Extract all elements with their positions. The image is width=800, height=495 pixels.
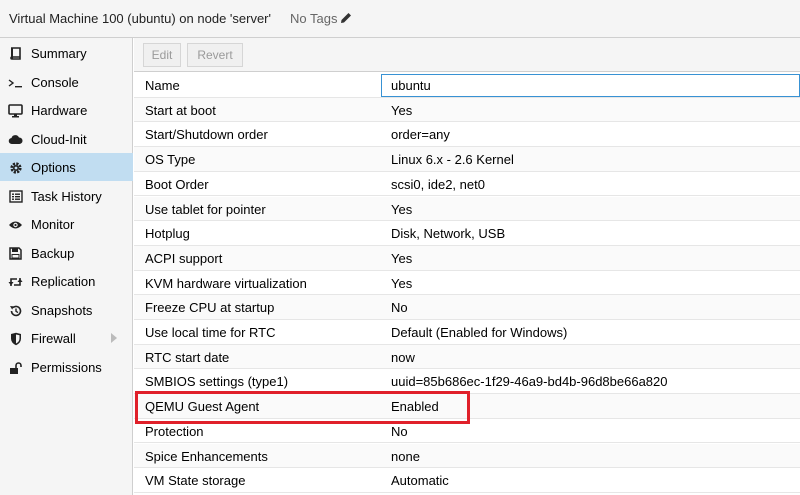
- floppy-icon: [8, 246, 23, 261]
- title-bar: Virtual Machine 100 (ubuntu) on node 'se…: [0, 0, 800, 38]
- desktop-icon: [8, 103, 23, 118]
- options-row-kvm[interactable]: KVM hardware virtualization Yes: [134, 271, 800, 296]
- option-value: Yes: [391, 275, 413, 291]
- retweet-icon: [8, 274, 23, 289]
- option-value: Enabled: [391, 399, 439, 415]
- sidebar: Summary Console Hardware Cloud-Init Opti…: [0, 38, 133, 495]
- option-value: none: [391, 448, 420, 464]
- options-row-name[interactable]: Name ubuntu: [134, 73, 800, 98]
- option-value: Yes: [391, 250, 413, 266]
- sidebar-item-label: Firewall: [31, 331, 76, 346]
- option-key: Use tablet for pointer: [145, 201, 266, 217]
- option-value: order=any: [391, 127, 450, 143]
- sidebar-item-console[interactable]: Console: [0, 68, 133, 96]
- options-row-start-at-boot[interactable]: Start at boot Yes: [134, 97, 800, 123]
- sidebar-item-label: Backup: [31, 246, 75, 261]
- page-title: Virtual Machine 100 (ubuntu) on node 'se…: [9, 11, 271, 26]
- options-row-local-time-rtc[interactable]: Use local time for RTC Default (Enabled …: [134, 320, 800, 345]
- option-key: Start/Shutdown order: [145, 127, 268, 143]
- option-key: QEMU Guest Agent: [145, 399, 260, 415]
- option-key: OS Type: [145, 152, 196, 168]
- sidebar-item-label: Cloud-Init: [31, 132, 87, 147]
- option-value: scsi0, ide2, net0: [391, 176, 485, 192]
- option-key: SMBIOS settings (type1): [145, 374, 289, 390]
- cloud-icon: [8, 132, 23, 147]
- sidebar-item-label: Summary: [31, 46, 87, 61]
- sidebar-item-label: Snapshots: [31, 303, 93, 318]
- sidebar-item-task-history[interactable]: Task History: [0, 182, 133, 210]
- gear-icon: [8, 160, 23, 175]
- sidebar-item-snapshots[interactable]: Snapshots: [0, 296, 133, 324]
- unlock-icon: [8, 360, 23, 375]
- option-key: ACPI support: [145, 250, 223, 266]
- option-value: uuid=85b686ec-1f29-46a9-bd4b-96d8be66a82…: [391, 374, 668, 390]
- shield-icon: [8, 331, 23, 346]
- tags-label: No Tags: [290, 11, 338, 26]
- sidebar-item-monitor[interactable]: Monitor: [0, 210, 133, 238]
- option-key: Freeze CPU at startup: [145, 300, 275, 316]
- option-value: Default (Enabled for Windows): [391, 325, 568, 340]
- options-row-os-type[interactable]: OS Type Linux 6.x - 2.6 Kernel: [134, 147, 800, 172]
- options-row-acpi[interactable]: ACPI support Yes: [134, 245, 800, 271]
- option-value: Yes: [391, 102, 413, 118]
- sidebar-item-label: Permissions: [31, 360, 102, 375]
- options-row-spice-enhancements[interactable]: Spice Enhancements none: [134, 443, 800, 469]
- sidebar-item-label: Monitor: [31, 217, 75, 232]
- options-row-rtc-start-date[interactable]: RTC start date now: [134, 344, 800, 370]
- options-row-boot-order[interactable]: Boot Order scsi0, ide2, net0: [134, 172, 800, 197]
- option-value: Linux 6.x - 2.6 Kernel: [391, 152, 514, 168]
- sidebar-item-options[interactable]: Options: [0, 153, 133, 181]
- sidebar-item-hardware[interactable]: Hardware: [0, 96, 133, 124]
- sidebar-item-replication[interactable]: Replication: [0, 267, 133, 295]
- sidebar-item-label: Console: [31, 75, 79, 90]
- history-icon: [8, 303, 23, 318]
- option-key: VM State storage: [145, 473, 246, 489]
- option-key: Spice Enhancements: [145, 448, 268, 464]
- options-row-freeze-cpu[interactable]: Freeze CPU at startup No: [134, 295, 800, 320]
- option-key: KVM hardware virtualization: [145, 275, 307, 291]
- option-value: ubuntu: [391, 78, 431, 93]
- sidebar-item-permissions[interactable]: Permissions: [0, 353, 133, 381]
- options-row-protection[interactable]: Protection No: [134, 419, 800, 444]
- options-row-startup-order[interactable]: Start/Shutdown order order=any: [134, 122, 800, 148]
- option-value: No: [391, 300, 408, 316]
- revert-button[interactable]: Revert: [187, 43, 243, 67]
- option-value: Yes: [391, 201, 413, 217]
- selected-value-box: [381, 74, 800, 97]
- option-key: Boot Order: [145, 176, 209, 192]
- sidebar-item-backup[interactable]: Backup: [0, 239, 133, 267]
- expand-arrow-icon[interactable]: [111, 333, 117, 343]
- pencil-icon[interactable]: [340, 12, 352, 24]
- sidebar-item-firewall[interactable]: Firewall: [0, 324, 133, 352]
- option-key: Start at boot: [145, 102, 216, 118]
- edit-button[interactable]: Edit: [143, 43, 181, 67]
- sidebar-item-label: Replication: [31, 274, 96, 289]
- options-row-vm-state-storage[interactable]: VM State storage Automatic: [134, 468, 800, 493]
- option-value: Disk, Network, USB: [391, 226, 506, 242]
- option-key: Use local time for RTC: [145, 325, 276, 340]
- option-value: Automatic: [391, 473, 449, 489]
- list-icon: [8, 189, 23, 204]
- sidebar-item-cloud-init[interactable]: Cloud-Init: [0, 125, 133, 153]
- option-value: now: [391, 349, 415, 365]
- sidebar-item-label: Hardware: [31, 103, 88, 118]
- sidebar-item-label: Task History: [31, 189, 102, 204]
- sidebar-item-label: Options: [31, 160, 76, 175]
- option-key: Name: [145, 78, 180, 93]
- options-row-tablet-pointer[interactable]: Use tablet for pointer Yes: [134, 196, 800, 222]
- option-key: Protection: [145, 423, 204, 439]
- eye-icon: [8, 217, 23, 232]
- sidebar-item-summary[interactable]: Summary: [0, 39, 133, 67]
- options-row-smbios[interactable]: SMBIOS settings (type1) uuid=85b686ec-1f…: [134, 369, 800, 395]
- toolbar: Edit Revert: [134, 38, 800, 72]
- terminal-icon: [8, 75, 23, 90]
- book-icon: [8, 46, 23, 61]
- options-row-hotplug[interactable]: Hotplug Disk, Network, USB: [134, 221, 800, 246]
- option-key: RTC start date: [145, 349, 230, 365]
- options-grid: Name ubuntu Start at boot Yes Start/Shut…: [134, 73, 800, 495]
- option-value: No: [391, 423, 408, 439]
- options-row-qemu-guest-agent[interactable]: QEMU Guest Agent Enabled: [134, 394, 800, 419]
- option-key: Hotplug: [145, 226, 190, 242]
